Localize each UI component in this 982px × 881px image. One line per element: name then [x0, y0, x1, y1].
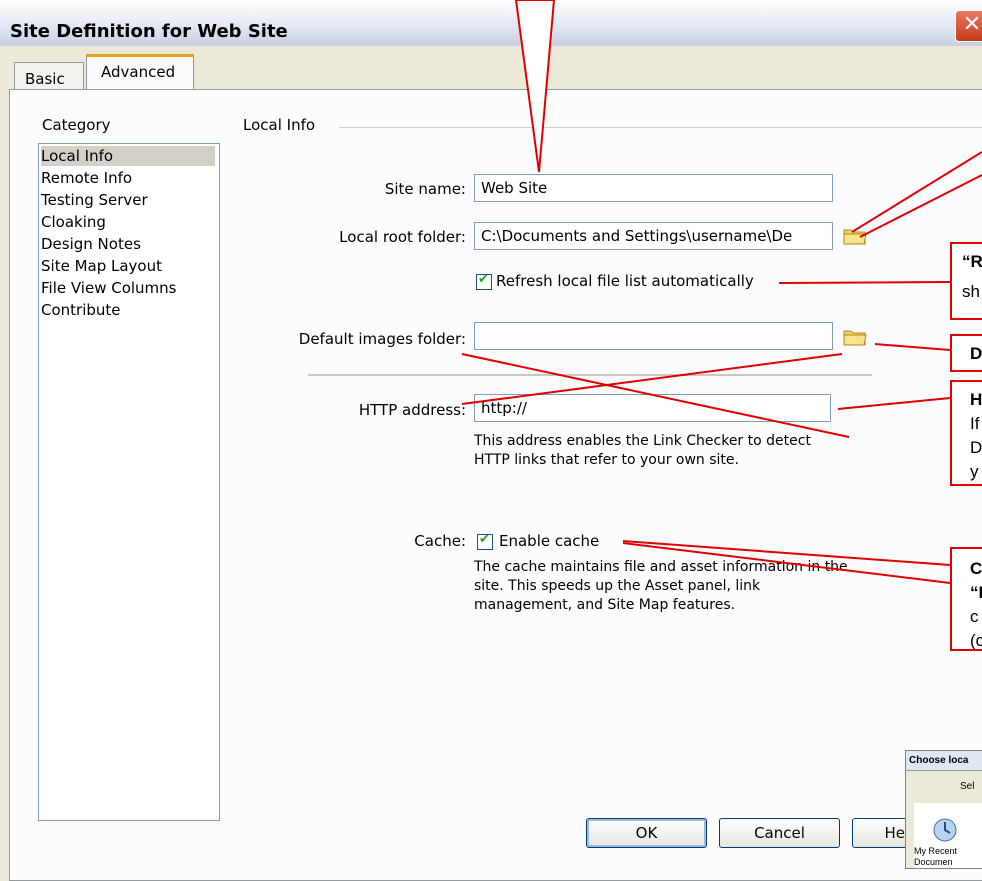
- images-pointer-line: [874, 343, 951, 351]
- folder-pointer-line-1: [851, 151, 982, 233]
- refresh-pointer-line: [778, 281, 951, 284]
- annotation-overlay: [461, 0, 982, 584]
- cache-pointer-line-1: [622, 540, 951, 566]
- cache-pointer-line-2: [622, 542, 951, 584]
- folder-pointer-line-2: [859, 174, 982, 238]
- http-strike-line-1: [461, 353, 843, 405]
- site-name-pointer: [514, 0, 556, 173]
- http-pointer-line: [837, 397, 951, 410]
